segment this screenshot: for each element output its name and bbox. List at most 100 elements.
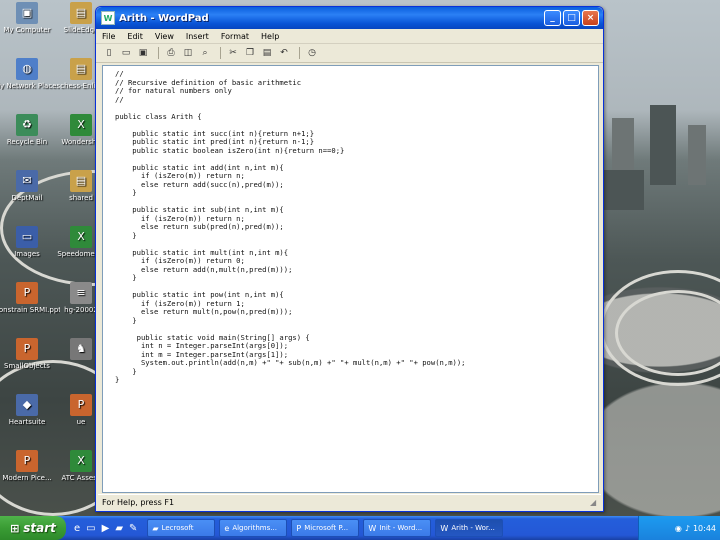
menu-view[interactable]: View — [155, 32, 174, 41]
toolbar-separator — [299, 47, 300, 59]
toolbar-separator — [220, 47, 221, 59]
menu-file[interactable]: File — [102, 32, 115, 41]
taskbar-button-label: Init - Word... — [379, 524, 423, 532]
menu-help[interactable]: Help — [261, 32, 279, 41]
code-line: public static boolean isZero(int n){retu… — [115, 145, 345, 155]
media-icon[interactable]: ▶ — [102, 523, 110, 534]
find-icon[interactable]: ⌕ — [198, 46, 212, 60]
wordpad-icon: W — [368, 523, 377, 533]
ppt-icon: P — [16, 282, 38, 304]
code-line: } — [115, 188, 137, 197]
code-line: System.out.println(add(n,m) +" "+ sub(n,… — [115, 358, 466, 367]
ppt-icon: P — [16, 338, 38, 360]
save-icon[interactable]: ▣ — [136, 46, 150, 60]
document-icon: ≡ — [70, 282, 92, 304]
code-line: } — [115, 375, 120, 384]
code-line: } — [115, 273, 137, 282]
pdf-icon: ▤ — [70, 170, 92, 192]
close-button[interactable]: × — [582, 10, 599, 26]
taskbar-button[interactable]: W Init - Word... — [363, 519, 432, 537]
desktop-icon-label: SmallObjects — [4, 362, 50, 370]
wallpaper-building — [604, 170, 644, 210]
app-icon: ◆ — [16, 394, 38, 416]
wordpad-icon: W — [440, 523, 449, 533]
recycle-bin-icon: ♻ — [16, 114, 38, 136]
resize-grip-icon[interactable]: ◢ — [590, 498, 600, 508]
menu-edit[interactable]: Edit — [127, 32, 143, 41]
new-icon[interactable]: ▯ — [102, 46, 116, 60]
maximize-button[interactable]: □ — [563, 10, 580, 26]
menu-insert[interactable]: Insert — [186, 32, 209, 41]
code-line: else return add(succ(n),pred(m)); — [115, 179, 284, 189]
ie-icon[interactable]: e — [74, 523, 80, 534]
volume-tray-icon[interactable]: ♪ — [685, 524, 690, 533]
quick-launch: e ▭ ▶ ▰ ✎ — [74, 523, 143, 534]
title-bar[interactable]: W Arith - WordPad _ □ × — [96, 7, 603, 29]
ie-icon: e — [224, 523, 230, 533]
chess-icon: ♞ — [70, 338, 92, 360]
code-line: else return add(n,mult(n,pred(m))); — [115, 264, 293, 274]
ppt-icon: P — [296, 523, 302, 533]
folder-icon[interactable]: ▰ — [115, 523, 123, 534]
undo-icon[interactable]: ↶ — [277, 46, 291, 60]
start-button[interactable]: ⊞ start — [0, 516, 66, 540]
task-buttons: ▰ Lecrosoft e Algorithms... P Microsoft P... W… — [143, 519, 504, 537]
taskbar-button[interactable]: P Microsoft P... — [291, 519, 360, 537]
excel-icon: X — [70, 226, 92, 248]
network-tray-icon[interactable]: ◉ — [675, 524, 682, 533]
excel-icon: X — [70, 114, 92, 136]
pdf-icon: ▤ — [70, 2, 92, 24]
show-desktop-icon[interactable]: ▭ — [86, 523, 95, 534]
date-time-icon[interactable]: ◷ — [305, 46, 319, 60]
wallpaper-building — [688, 125, 706, 185]
wordpad-window[interactable]: W Arith - WordPad _ □ × File Edit View I… — [95, 6, 604, 512]
taskbar-button-label: Microsoft P... — [304, 524, 349, 532]
system-tray: ◉ ♪ 10:44 — [638, 516, 720, 540]
excel-icon: X — [70, 450, 92, 472]
wallpaper-building — [650, 105, 676, 185]
code-line: } — [115, 366, 137, 376]
taskbar-button-label: Arith - Wor... — [451, 524, 495, 532]
code-line: // — [115, 94, 124, 104]
copy-icon[interactable]: ❐ — [243, 46, 257, 60]
menu-format[interactable]: Format — [221, 32, 249, 41]
window-icon: ▭ — [16, 226, 38, 248]
code-line: } — [115, 315, 137, 325]
paint-icon[interactable]: ✎ — [129, 523, 137, 534]
taskbar-button[interactable]: ▰ Lecrosoft — [147, 519, 216, 537]
network-icon: ◍ — [16, 58, 38, 80]
folder-icon: ▰ — [152, 523, 159, 533]
document-area[interactable]: //// Recursive definition of basic arith… — [102, 65, 599, 493]
taskbar-button-label: Algorithms... — [232, 524, 277, 532]
open-icon[interactable]: ▭ — [119, 46, 133, 60]
status-bar: For Help, press F1 ◢ — [98, 494, 601, 509]
code-line: public class Arith { — [115, 111, 202, 121]
clock[interactable]: 10:44 — [693, 524, 716, 533]
print-preview-icon[interactable]: ◫ — [181, 46, 195, 60]
code-line: else return sub(pred(n),pred(m)); — [115, 222, 284, 231]
menu-bar: File Edit View Insert Format Help — [96, 29, 603, 44]
ppt-icon: P — [16, 450, 38, 472]
code-line: else return mult(n,pow(n,pred(m))); — [115, 307, 293, 316]
taskbar: ⊞ start e ▭ ▶ ▰ ✎ ▰ Lecrosoft e Algorithms.… — [0, 516, 720, 540]
start-label: start — [23, 521, 56, 535]
taskbar-button[interactable]: e Algorithms... — [219, 519, 288, 537]
taskbar-button-label: Lecrosoft — [161, 524, 194, 532]
toolbar: ▯ ▭ ▣ ⎙ ◫ ⌕ ✂ ❐ ▤ ↶ ◷ — [96, 44, 603, 63]
code-line: } — [115, 230, 137, 240]
ppt-icon: P — [70, 394, 92, 416]
code-line: // for natural numbers only — [115, 86, 232, 95]
code-text: //// Recursive definition of basic arith… — [115, 69, 466, 385]
pdf-icon: ▤ — [70, 58, 92, 80]
minimize-button[interactable]: _ — [544, 10, 561, 26]
print-icon[interactable]: ⎙ — [164, 46, 178, 60]
computer-icon: ▣ — [16, 2, 38, 24]
cut-icon[interactable]: ✂ — [226, 46, 240, 60]
status-text: For Help, press F1 — [102, 497, 175, 507]
paste-icon[interactable]: ▤ — [260, 46, 274, 60]
taskbar-button[interactable]: W Arith - Wor... — [435, 519, 504, 537]
toolbar-separator — [158, 47, 159, 59]
window-title: Arith - WordPad — [119, 12, 209, 24]
mail-icon: ✉ — [16, 170, 38, 192]
windows-logo-icon: ⊞ — [10, 521, 20, 535]
